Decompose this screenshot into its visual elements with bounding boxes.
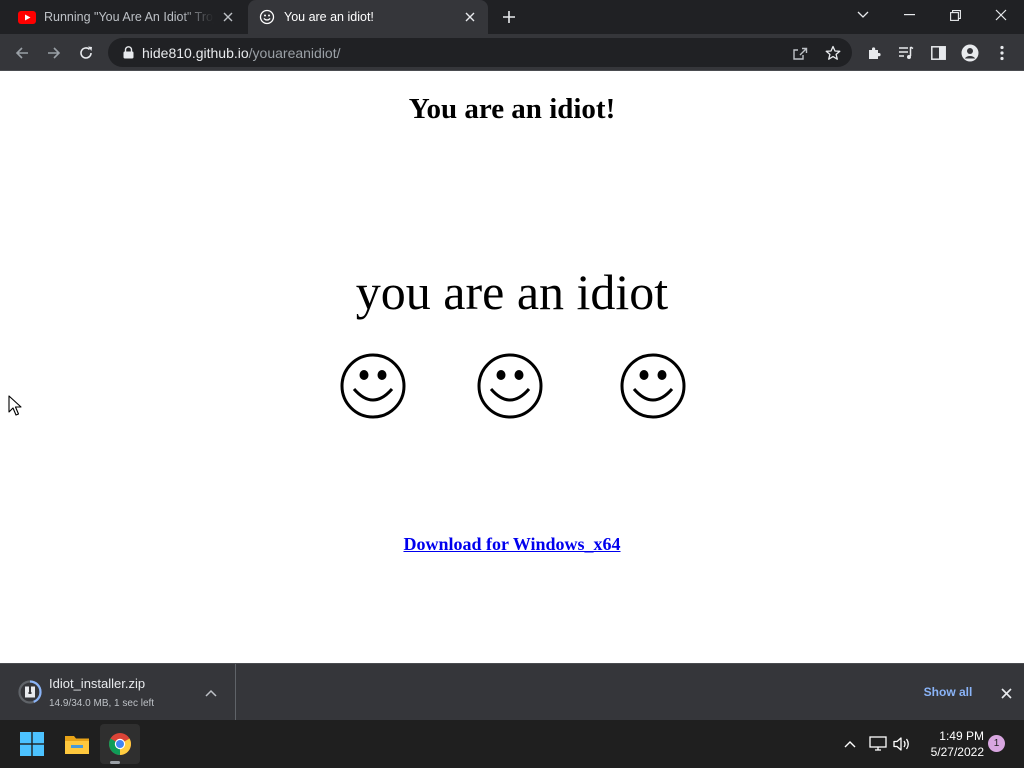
avatar-icon [961,44,979,62]
chevron-up-icon [844,741,856,748]
tab-title: You are an idiot! [284,10,374,24]
show-all-button[interactable]: Show all [912,680,984,704]
url-host: hide810.github.io [142,44,249,61]
media-queue-icon [899,46,914,59]
extensions-button[interactable] [860,39,888,67]
smiley-face-icon [477,353,543,419]
download-file-name: Idiot_installer.zip [49,676,146,691]
start-button[interactable] [12,724,52,764]
close-icon [995,9,1007,21]
download-progress-ring-icon [18,680,42,704]
close-icon [1000,687,1012,699]
profile-button[interactable] [956,39,984,67]
side-panel-button[interactable] [924,39,952,67]
lock-icon[interactable] [120,45,136,61]
download-windows-link[interactable]: Download for Windows_x64 [403,534,620,554]
browser-toolbar: hide810.github.io/youareanidiot/ [0,34,1024,71]
forward-button[interactable] [40,39,68,67]
download-status: 14.9/34.0 MB, 1 sec left [49,698,155,709]
minimize-button[interactable] [886,0,932,30]
windows-logo-icon [20,732,44,756]
web-page: You are an idiot! you are an idiot Downl… [0,71,1024,663]
restore-icon [949,9,961,21]
address-bar[interactable]: hide810.github.io/youareanidiot/ [108,38,852,67]
media-control-button[interactable] [892,39,920,67]
restore-button[interactable] [932,0,978,30]
side-panel-icon [930,46,946,60]
download-shelf: Idiot_installer.zip 14.9/34.0 MB, 1 sec … [0,663,1024,720]
arrow-left-icon [15,47,28,59]
url-path: /youareanidiot/ [248,44,341,61]
notification-badge[interactable]: 1 [988,735,1005,752]
speaker-icon [893,737,909,751]
url-text: hide810.github.io/youareanidiot/ [142,45,341,61]
file-explorer-button[interactable] [57,724,97,764]
tab-title: Running "You Are An Idiot" Trojan [44,10,214,24]
puzzle-icon [869,47,881,59]
close-shelf-button[interactable] [996,683,1016,703]
arrow-right-icon [48,47,61,59]
folder-icon [65,736,89,754]
tab-you-are-an-idiot[interactable]: You are an idiot! [248,0,488,34]
smiley-favicon-icon [258,8,276,26]
tab-close-icon[interactable] [462,9,478,25]
chrome-taskbar-button[interactable] [100,724,140,764]
clock-time: 1:49 PM [939,729,984,743]
chevron-up-icon [205,689,217,697]
kebab-menu-icon [1000,45,1004,61]
tab-strip: Running "You Are An Idiot" Trojan You ar… [0,0,1024,34]
tab-youtube[interactable]: Running "You Are An Idiot" Trojan [0,0,246,34]
tab-search-button[interactable] [840,0,886,30]
plus-icon [503,11,515,23]
mouse-cursor-icon [8,395,22,416]
network-button[interactable] [868,734,888,754]
show-hidden-icons-button[interactable] [840,734,860,754]
close-window-button[interactable] [978,0,1024,30]
page-heading: You are an idiot! [408,93,616,125]
bookmark-star-icon[interactable] [824,44,842,62]
tab-close-icon[interactable] [220,9,236,25]
active-app-indicator [110,761,120,764]
minimize-icon [903,14,915,16]
chevron-down-icon [857,11,869,18]
clock-date: 5/27/2022 [930,745,984,759]
share-icon[interactable] [791,44,809,62]
youtube-icon [18,8,36,26]
download-link-container: Download for Windows_x64 [0,534,1024,555]
new-tab-button[interactable] [498,6,520,28]
network-icon [869,736,887,751]
back-button[interactable] [8,39,36,67]
reload-button[interactable] [72,39,100,67]
big-text: you are an idiot [355,264,669,320]
volume-button[interactable] [892,734,912,754]
smiley-face-icon [620,353,686,419]
download-options-button[interactable] [202,684,220,702]
smiley-face-icon [340,353,406,419]
reload-icon [80,46,92,59]
chrome-icon [109,733,131,755]
download-item[interactable]: Idiot_installer.zip 14.9/34.0 MB, 1 sec … [0,664,236,720]
windows-taskbar: 1:49 PM 5/27/2022 1 [0,720,1024,768]
menu-button[interactable] [988,39,1016,67]
taskbar-clock[interactable]: 1:49 PM 5/27/2022 [918,728,984,760]
